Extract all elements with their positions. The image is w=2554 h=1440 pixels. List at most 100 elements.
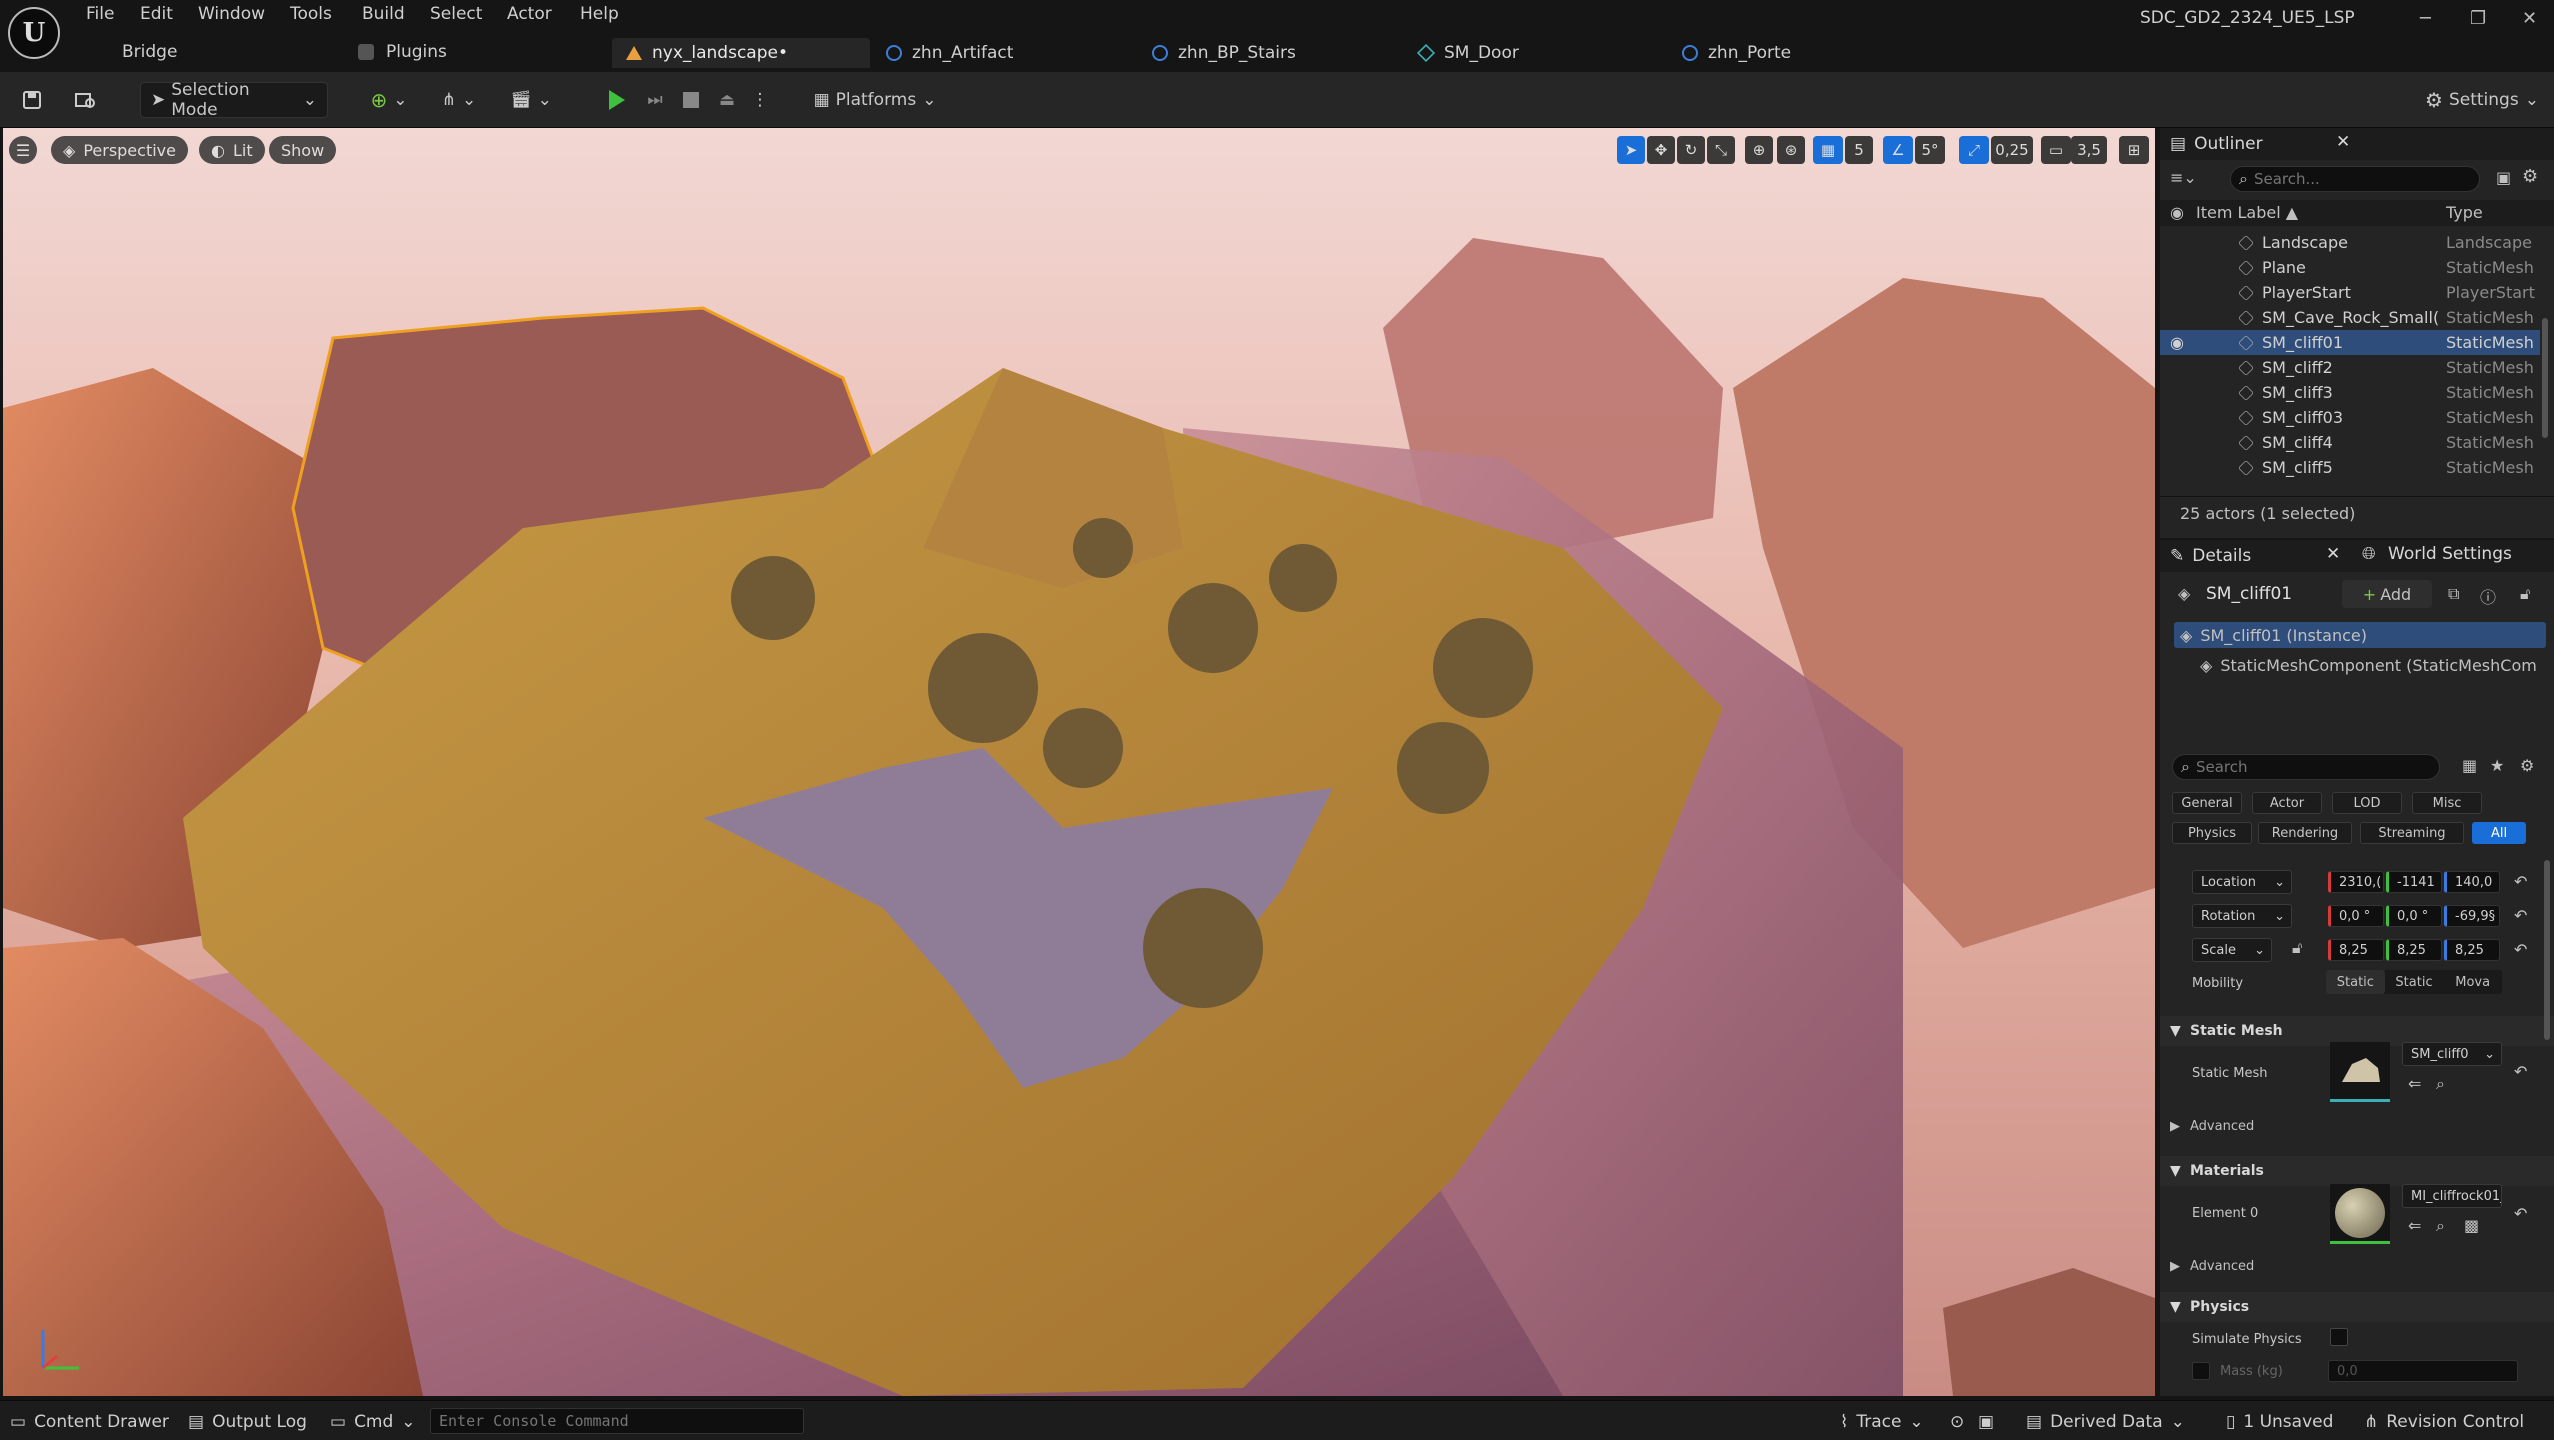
filter-actor[interactable]: Actor [2252, 792, 2322, 814]
lock-icon[interactable]: 🔓︎ [2520, 584, 2530, 604]
derived-data-button[interactable]: ▤ Derived Data ⌄ [2026, 1409, 2185, 1435]
tab-nyx-landscape[interactable]: nyx_landscape• [612, 38, 870, 68]
location-dropdown[interactable]: Location ⌄ [2192, 870, 2292, 894]
outliner-scrollbar[interactable] [2542, 318, 2548, 438]
minimize-icon[interactable]: ─ [2420, 8, 2431, 29]
outliner-search-box[interactable]: ⌕ [2230, 166, 2480, 192]
star-icon[interactable]: ★ [2490, 756, 2504, 775]
tab-zhn-porte[interactable]: zhn_Porte [1668, 38, 1926, 68]
mobility-movable[interactable]: Mova [2443, 970, 2502, 994]
cinematics-button[interactable]: 🎬︎ ⌄ [506, 82, 556, 118]
outliner-row[interactable]: PlayerStart PlayerStart [2160, 280, 2540, 305]
select-mode-icon[interactable]: ➤ [1617, 136, 1645, 164]
mass-override-checkbox[interactable] [2192, 1362, 2210, 1380]
rotation-snap-value[interactable]: 5° [1915, 136, 1945, 164]
lit-button[interactable]: ◐ Lit [199, 136, 265, 164]
maximize-icon[interactable]: ❐ [2470, 8, 2486, 29]
location-x[interactable]: 2310,( [2328, 871, 2384, 893]
world-settings-tab[interactable]: World Settings [2388, 544, 2512, 564]
tab-zhn-bp-stairs[interactable]: zhn_BP_Stairs [1138, 38, 1396, 68]
record-icon[interactable]: ⊙ [1950, 1409, 1964, 1435]
menu-window[interactable]: Window [198, 4, 265, 24]
scale-x[interactable]: 8,25 [2328, 939, 2384, 961]
mobility-static[interactable]: Static [2326, 970, 2385, 994]
scale-z[interactable]: 8,25 [2444, 939, 2500, 961]
filter-streaming[interactable]: Streaming [2360, 822, 2464, 844]
step-button[interactable]: ⏭ [638, 82, 672, 118]
viewport-menu-button[interactable]: ☰ [9, 136, 37, 164]
mass-field[interactable]: 0,0 [2328, 1360, 2518, 1382]
menu-help[interactable]: Help [580, 4, 619, 24]
grid-snap-value[interactable]: 5 [1845, 136, 1873, 164]
section-materials[interactable]: ▼ Materials [2160, 1156, 2554, 1186]
menu-build[interactable]: Build [362, 4, 405, 24]
blueprint-icon[interactable]: ⧉ [2448, 584, 2459, 604]
mesh-thumbnail[interactable] [2330, 1042, 2390, 1102]
scale-y[interactable]: 8,25 [2386, 939, 2442, 961]
actor-name[interactable]: SM_cliff01 [2206, 584, 2292, 604]
close-tab-icon[interactable]: ✕ [2336, 132, 2350, 152]
outliner-row[interactable]: SM_Cave_Rock_Small(StaticMesh [2160, 305, 2540, 330]
browse-icon[interactable] [68, 82, 104, 118]
static-mesh-picker[interactable]: SM_cliff0 ⌄ [2402, 1042, 2502, 1066]
cmd-dropdown[interactable]: ▭ Cmd ⌄ [330, 1409, 416, 1435]
play-options-button[interactable]: ⋮ [748, 82, 772, 118]
lock-icon[interactable]: 🔓︎ [2292, 938, 2302, 958]
outliner-row[interactable]: SM_cliff2 StaticMesh [2160, 355, 2540, 380]
save-icon[interactable] [14, 82, 50, 118]
details-scrollbar[interactable] [2544, 860, 2550, 1040]
details-search-box[interactable]: ⌕ [2172, 754, 2440, 780]
translate-icon[interactable]: ✥ [1647, 136, 1675, 164]
material-thumbnail[interactable] [2330, 1184, 2390, 1244]
add-component-button[interactable]: + Add [2342, 580, 2432, 608]
tab-sm-door[interactable]: SM_Door [1404, 38, 1662, 68]
blueprints-button[interactable]: ⋔ ⌄ [434, 82, 484, 118]
menu-edit[interactable]: Edit [140, 4, 173, 24]
scale-snap-icon[interactable]: ⤢ [1959, 136, 1989, 164]
advanced-row[interactable]: ▶ Advanced [2160, 1252, 2554, 1280]
close-icon[interactable]: ✕ [2522, 8, 2537, 29]
reset-icon[interactable]: ↶ [2514, 940, 2527, 959]
outliner-row[interactable]: Plane StaticMesh [2160, 255, 2540, 280]
reset-icon[interactable]: ↶ [2514, 1062, 2527, 1081]
scale-snap-value[interactable]: 0,25 [1991, 136, 2033, 164]
console-command-input[interactable] [430, 1408, 804, 1434]
level-viewport[interactable]: ☰ ◈ Perspective ◐ Lit Show ➤ ✥ ↻ ⤡ ⊕ ⊛ ▦… [3, 128, 2155, 1396]
rotate-icon[interactable]: ↻ [1677, 136, 1705, 164]
details-tab[interactable]: Details [2192, 546, 2251, 566]
show-button[interactable]: Show [269, 136, 337, 164]
column-type[interactable]: Type [2446, 203, 2483, 222]
platforms-dropdown[interactable]: ▦ Platforms ⌄ [810, 82, 940, 118]
rotation-snap-icon[interactable]: ∠ [1883, 136, 1913, 164]
browse-icon[interactable]: ⌕ [2436, 1074, 2445, 1094]
rotation-x[interactable]: 0,0 ° [2328, 905, 2384, 927]
rotation-z[interactable]: -69,9§ [2444, 905, 2500, 927]
revision-control-button[interactable]: ⋔ Revision Control [2364, 1409, 2524, 1435]
filter-rendering[interactable]: Rendering [2258, 822, 2352, 844]
help-icon[interactable]: ⓘ [2480, 584, 2496, 608]
close-tab-icon[interactable]: ✕ [2326, 544, 2340, 564]
details-search-input[interactable] [2195, 758, 2406, 776]
surface-snap-icon[interactable]: ⊛ [1777, 136, 1805, 164]
menu-select[interactable]: Select [430, 4, 482, 24]
settings-dropdown[interactable]: ⚙ Settings ⌄ [2420, 82, 2544, 118]
filter-misc[interactable]: Misc [2412, 792, 2482, 814]
outliner-row[interactable]: SM_cliff3 StaticMesh [2160, 380, 2540, 405]
component-instance-row[interactable]: ◈ SM_cliff01 (Instance) [2174, 622, 2546, 648]
tab-zhn-artifact[interactable]: zhn_Artifact [872, 38, 1130, 68]
outliner-row[interactable]: Landscape Landscape [2160, 230, 2540, 255]
outliner-row[interactable]: SM_cliff03 StaticMesh [2160, 405, 2540, 430]
menu-actor[interactable]: Actor [507, 4, 552, 24]
rotation-dropdown[interactable]: Rotation ⌄ [2192, 904, 2292, 928]
eject-button[interactable]: ⏏ [710, 82, 744, 118]
content-drawer-button[interactable]: ▭ Content Drawer [10, 1409, 169, 1435]
world-space-icon[interactable]: ⊕ [1745, 136, 1773, 164]
screenshot-icon[interactable]: ▣ [1978, 1409, 1994, 1435]
filter-icon[interactable]: ≡⌄ [2170, 168, 2197, 187]
scale-icon[interactable]: ⤡ [1707, 136, 1735, 164]
gear-icon[interactable]: ⚙ [2522, 166, 2538, 187]
scale-dropdown[interactable]: Scale ⌄ [2192, 938, 2272, 962]
eye-icon[interactable]: ◉ [2170, 203, 2184, 222]
material-picker[interactable]: MI_cliffrock01_r [2402, 1184, 2502, 1208]
reset-icon[interactable]: ↶ [2514, 906, 2527, 925]
